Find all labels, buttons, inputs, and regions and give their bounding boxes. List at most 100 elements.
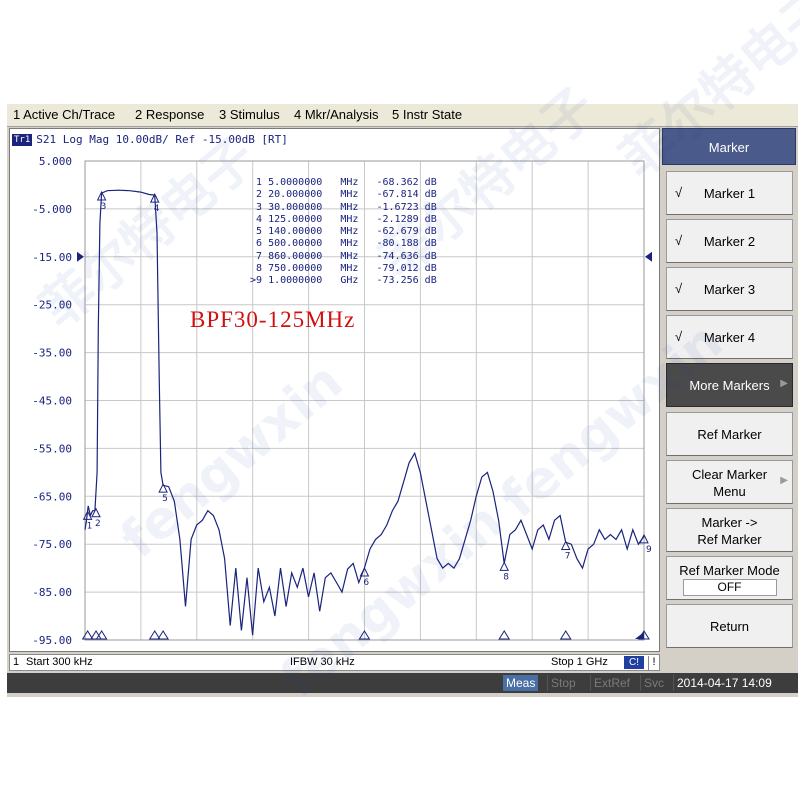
- softkey-clear-marker[interactable]: Clear Marker Menu ▶: [666, 460, 793, 504]
- marker-6-label: 6: [363, 578, 369, 588]
- trace-header: Tr1 S21 Log Mag 10.00dB/ Ref -15.00dB [RT…: [12, 133, 288, 147]
- marker-8-point[interactable]: [499, 561, 510, 571]
- marker-table-row: 6 500.00000 MHz -80.188 dB: [250, 238, 437, 250]
- marker-value: -74.636: [370, 250, 419, 262]
- menu-mkr-analysis[interactable]: 4 Mkr/Analysis: [294, 107, 379, 122]
- extref-indicator: ExtRef: [590, 675, 633, 691]
- marker-value: -67.814: [370, 189, 419, 201]
- menu-bar: 1 Active Ch/Trace 2 Response 3 Stimulus …: [7, 104, 798, 127]
- softkey-panel: Marker √ Marker 1 √ Marker 2 √ Marker 3 √ Marke…: [662, 128, 796, 652]
- marker-table-row: 1 5.0000000 MHz -68.362 dB: [250, 177, 437, 189]
- y-tick-label: -35.00: [32, 347, 72, 360]
- marker-id: 4: [250, 213, 263, 225]
- marker-freq-unit: MHz: [340, 177, 365, 188]
- svc-indicator: Svc: [640, 675, 667, 691]
- marker-value: -2.1289: [370, 213, 419, 225]
- y-tick-label: -25.00: [32, 299, 72, 312]
- y-tick-label: -75.00: [32, 538, 72, 551]
- y-tick-label: -65.00: [32, 490, 72, 503]
- softkey-marker-3[interactable]: √ Marker 3: [666, 267, 793, 311]
- marker-freq-unit: MHz: [340, 226, 365, 238]
- softkey-label: Return: [709, 619, 750, 634]
- marker-9-label: 9: [646, 545, 652, 555]
- ref-level-marker-right[interactable]: [645, 251, 652, 262]
- marker-freq-unit: MHz: [340, 201, 365, 213]
- marker-frequency: 5.0000000: [268, 177, 335, 188]
- marker-freq-unit: MHz: [340, 238, 365, 250]
- ref-level-marker-left[interactable]: [77, 251, 84, 262]
- marker-value: -68.362: [370, 177, 419, 188]
- softkey-label: Marker 3: [703, 282, 756, 297]
- marker-freq-unit: MHz: [340, 250, 365, 262]
- menu-active-ch-trace[interactable]: 1 Active Ch/Trace: [13, 107, 115, 122]
- marker-freq-unit: MHz: [340, 263, 365, 275]
- marker-frequency: 860.00000: [268, 250, 335, 262]
- marker-1-axis-triangle[interactable]: [81, 630, 94, 640]
- marker-frequency: 750.00000: [268, 263, 335, 275]
- chevron-right-icon: ▶: [780, 475, 788, 486]
- marker-value-unit: dB: [424, 226, 437, 238]
- stop-indicator: Stop: [547, 675, 579, 691]
- marker-id: 6: [250, 238, 263, 250]
- softkey-label: More Markers: [689, 378, 770, 393]
- channel-number: 1: [13, 656, 20, 668]
- softkey-return[interactable]: Return: [666, 604, 793, 648]
- softkey-marker-2[interactable]: √ Marker 2: [666, 219, 793, 263]
- menu-stimulus[interactable]: 3 Stimulus: [219, 107, 280, 122]
- softkey-label: Menu: [713, 484, 746, 499]
- marker-4-axis-triangle[interactable]: [148, 630, 161, 640]
- marker-3-label: 3: [101, 202, 107, 212]
- y-tick-label: 5.000: [39, 155, 72, 168]
- marker-table-row: 4 125.00000 MHz -2.1289 dB: [250, 214, 437, 226]
- marker-value-unit: dB: [424, 263, 437, 275]
- marker-value-unit: dB: [424, 189, 437, 201]
- softkey-marker-4[interactable]: √ Marker 4: [666, 315, 793, 359]
- marker-value-unit: dB: [424, 213, 437, 225]
- start-frequency[interactable]: Start 300 kHz: [26, 656, 93, 668]
- check-icon: √: [675, 185, 683, 200]
- softkey-marker-1[interactable]: √ Marker 1: [666, 171, 793, 215]
- marker-freq-unit: MHz: [340, 213, 365, 225]
- marker-5-axis-triangle[interactable]: [157, 630, 170, 640]
- marker-table-row: 8 750.00000 MHz -79.012 dB: [250, 263, 437, 275]
- datetime-display: 2014-04-17 14:09: [673, 675, 795, 691]
- marker-freq-unit: MHz: [340, 189, 365, 201]
- check-icon: √: [675, 281, 683, 296]
- marker-value-unit: dB: [424, 275, 437, 287]
- menu-instr-state[interactable]: 5 Instr State: [392, 107, 462, 122]
- stop-frequency[interactable]: Stop 1 GHz: [551, 656, 608, 668]
- y-tick-label: -5.000: [32, 203, 72, 216]
- trace-badge[interactable]: Tr1: [12, 134, 33, 146]
- marker-7-axis-triangle[interactable]: [559, 630, 572, 640]
- softkey-more-markers[interactable]: More Markers ▶: [666, 363, 793, 407]
- marker-frequency: 500.00000: [268, 238, 335, 250]
- check-icon: √: [675, 329, 683, 344]
- marker-frequency: 1.0000000: [268, 275, 335, 287]
- vna-window: 1 Active Ch/Trace 2 Response 3 Stimulus …: [7, 104, 798, 697]
- marker-2-point[interactable]: [91, 507, 101, 518]
- marker-id: 2: [250, 189, 263, 201]
- marker-value-unit: dB: [424, 201, 437, 213]
- marker-value: -62.679: [370, 226, 419, 238]
- softkey-marker[interactable]: Marker -> Ref Marker: [666, 508, 793, 552]
- marker-id: 1: [250, 177, 263, 188]
- marker-id: 5: [250, 226, 263, 238]
- marker-8-label: 8: [503, 572, 509, 582]
- softkey-ref-marker-mode[interactable]: Ref Marker Mode OFF: [666, 556, 793, 600]
- marker-id: 3: [250, 201, 263, 213]
- marker-id: 7: [250, 250, 263, 262]
- ifbw-value[interactable]: IFBW 30 kHz: [290, 656, 355, 668]
- softkey-title: Marker: [662, 128, 796, 165]
- meas-indicator: Meas: [503, 675, 539, 691]
- marker-value-unit: dB: [424, 250, 437, 262]
- marker-frequency: 125.00000: [268, 213, 335, 225]
- marker-id: 8: [250, 263, 263, 275]
- softkey-label: Marker 1: [703, 186, 756, 201]
- softkey-ref-marker[interactable]: Ref Marker: [666, 412, 793, 456]
- marker-8-axis-triangle[interactable]: [498, 630, 511, 640]
- marker-table-row: 3 30.000000 MHz -1.6723 dB: [250, 202, 437, 214]
- check-icon: √: [675, 233, 683, 248]
- menu-response[interactable]: 2 Response: [135, 107, 204, 122]
- marker-table-row: 5 140.00000 MHz -62.679 dB: [250, 226, 437, 238]
- y-tick-label: -45.00: [32, 395, 72, 408]
